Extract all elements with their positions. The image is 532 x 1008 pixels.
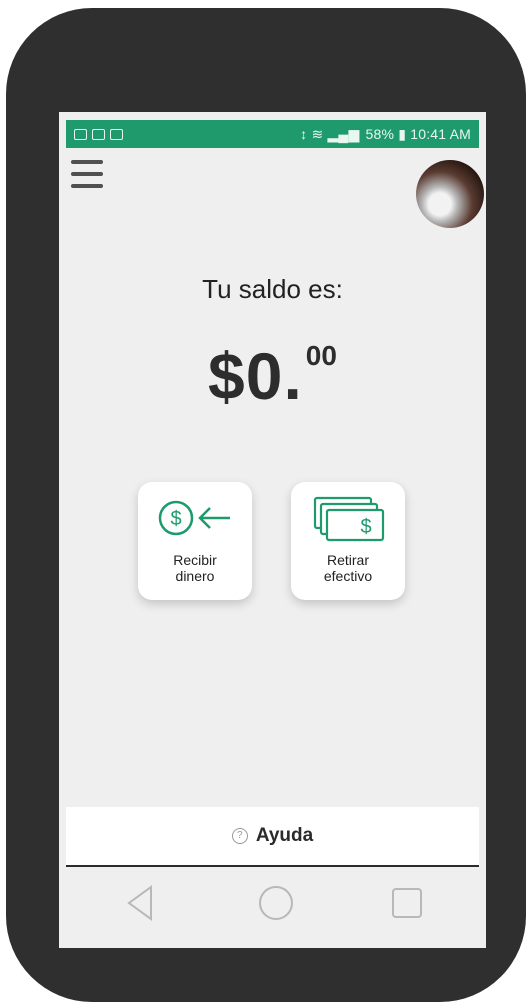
withdraw-label-line2: efectivo [323, 568, 373, 584]
help-label: Ayuda [255, 825, 314, 846]
receive-label-line1: Recibir [173, 552, 217, 568]
hamburger-menu-icon[interactable] [71, 160, 103, 188]
balance-main: $0. [208, 339, 303, 413]
svg-text:$: $ [360, 516, 371, 538]
receive-label-line2: dinero [175, 568, 215, 584]
receive-money-button[interactable]: $ Recibir dinero [138, 482, 252, 600]
notification-icons [74, 128, 123, 140]
question-circle-icon: ? [231, 828, 248, 844]
home-icon[interactable] [256, 883, 296, 923]
image-icon [110, 128, 123, 140]
help-button[interactable]: ? Ayuda [66, 807, 479, 867]
balance-label: Tu saldo es: [202, 274, 343, 304]
status-text: 58% ▮ 10:41 AM [365, 125, 471, 142]
app-screen: ↕ ≋ ▂▄▆ 58% ▮ 10:41 AM Tu saldo es: $0. 0… [59, 112, 486, 948]
recent-apps-icon[interactable] [390, 883, 424, 923]
phone-frame: ↕ ≋ ▂▄▆ 58% ▮ 10:41 AM Tu saldo es: $0. 0… [6, 8, 526, 1002]
balance-amount: $0. 00 [59, 338, 486, 414]
balance-cents: 00 [305, 340, 337, 371]
withdraw-cash-label: Retirar efectivo [291, 552, 405, 584]
receive-money-label: Recibir dinero [138, 552, 252, 584]
signal-icon: ↕ ≋ ▂▄▆ [300, 125, 360, 142]
android-navigation-bar [59, 867, 486, 937]
withdraw-cash-button[interactable]: $ Retirar efectivo [291, 482, 405, 600]
notification-icon [74, 128, 87, 140]
status-right: ↕ ≋ ▂▄▆ 58% ▮ 10:41 AM [300, 126, 471, 143]
avatar[interactable] [416, 160, 484, 228]
withdraw-label-line1: Retirar [326, 552, 369, 568]
message-icon [92, 128, 105, 140]
cash-bill-icon: $ [313, 496, 385, 542]
back-icon[interactable] [125, 883, 157, 923]
svg-text:$: $ [170, 508, 181, 530]
dollar-arrow-left-icon: $ [158, 500, 230, 536]
status-bar: ↕ ≋ ▂▄▆ 58% ▮ 10:41 AM [66, 120, 479, 148]
